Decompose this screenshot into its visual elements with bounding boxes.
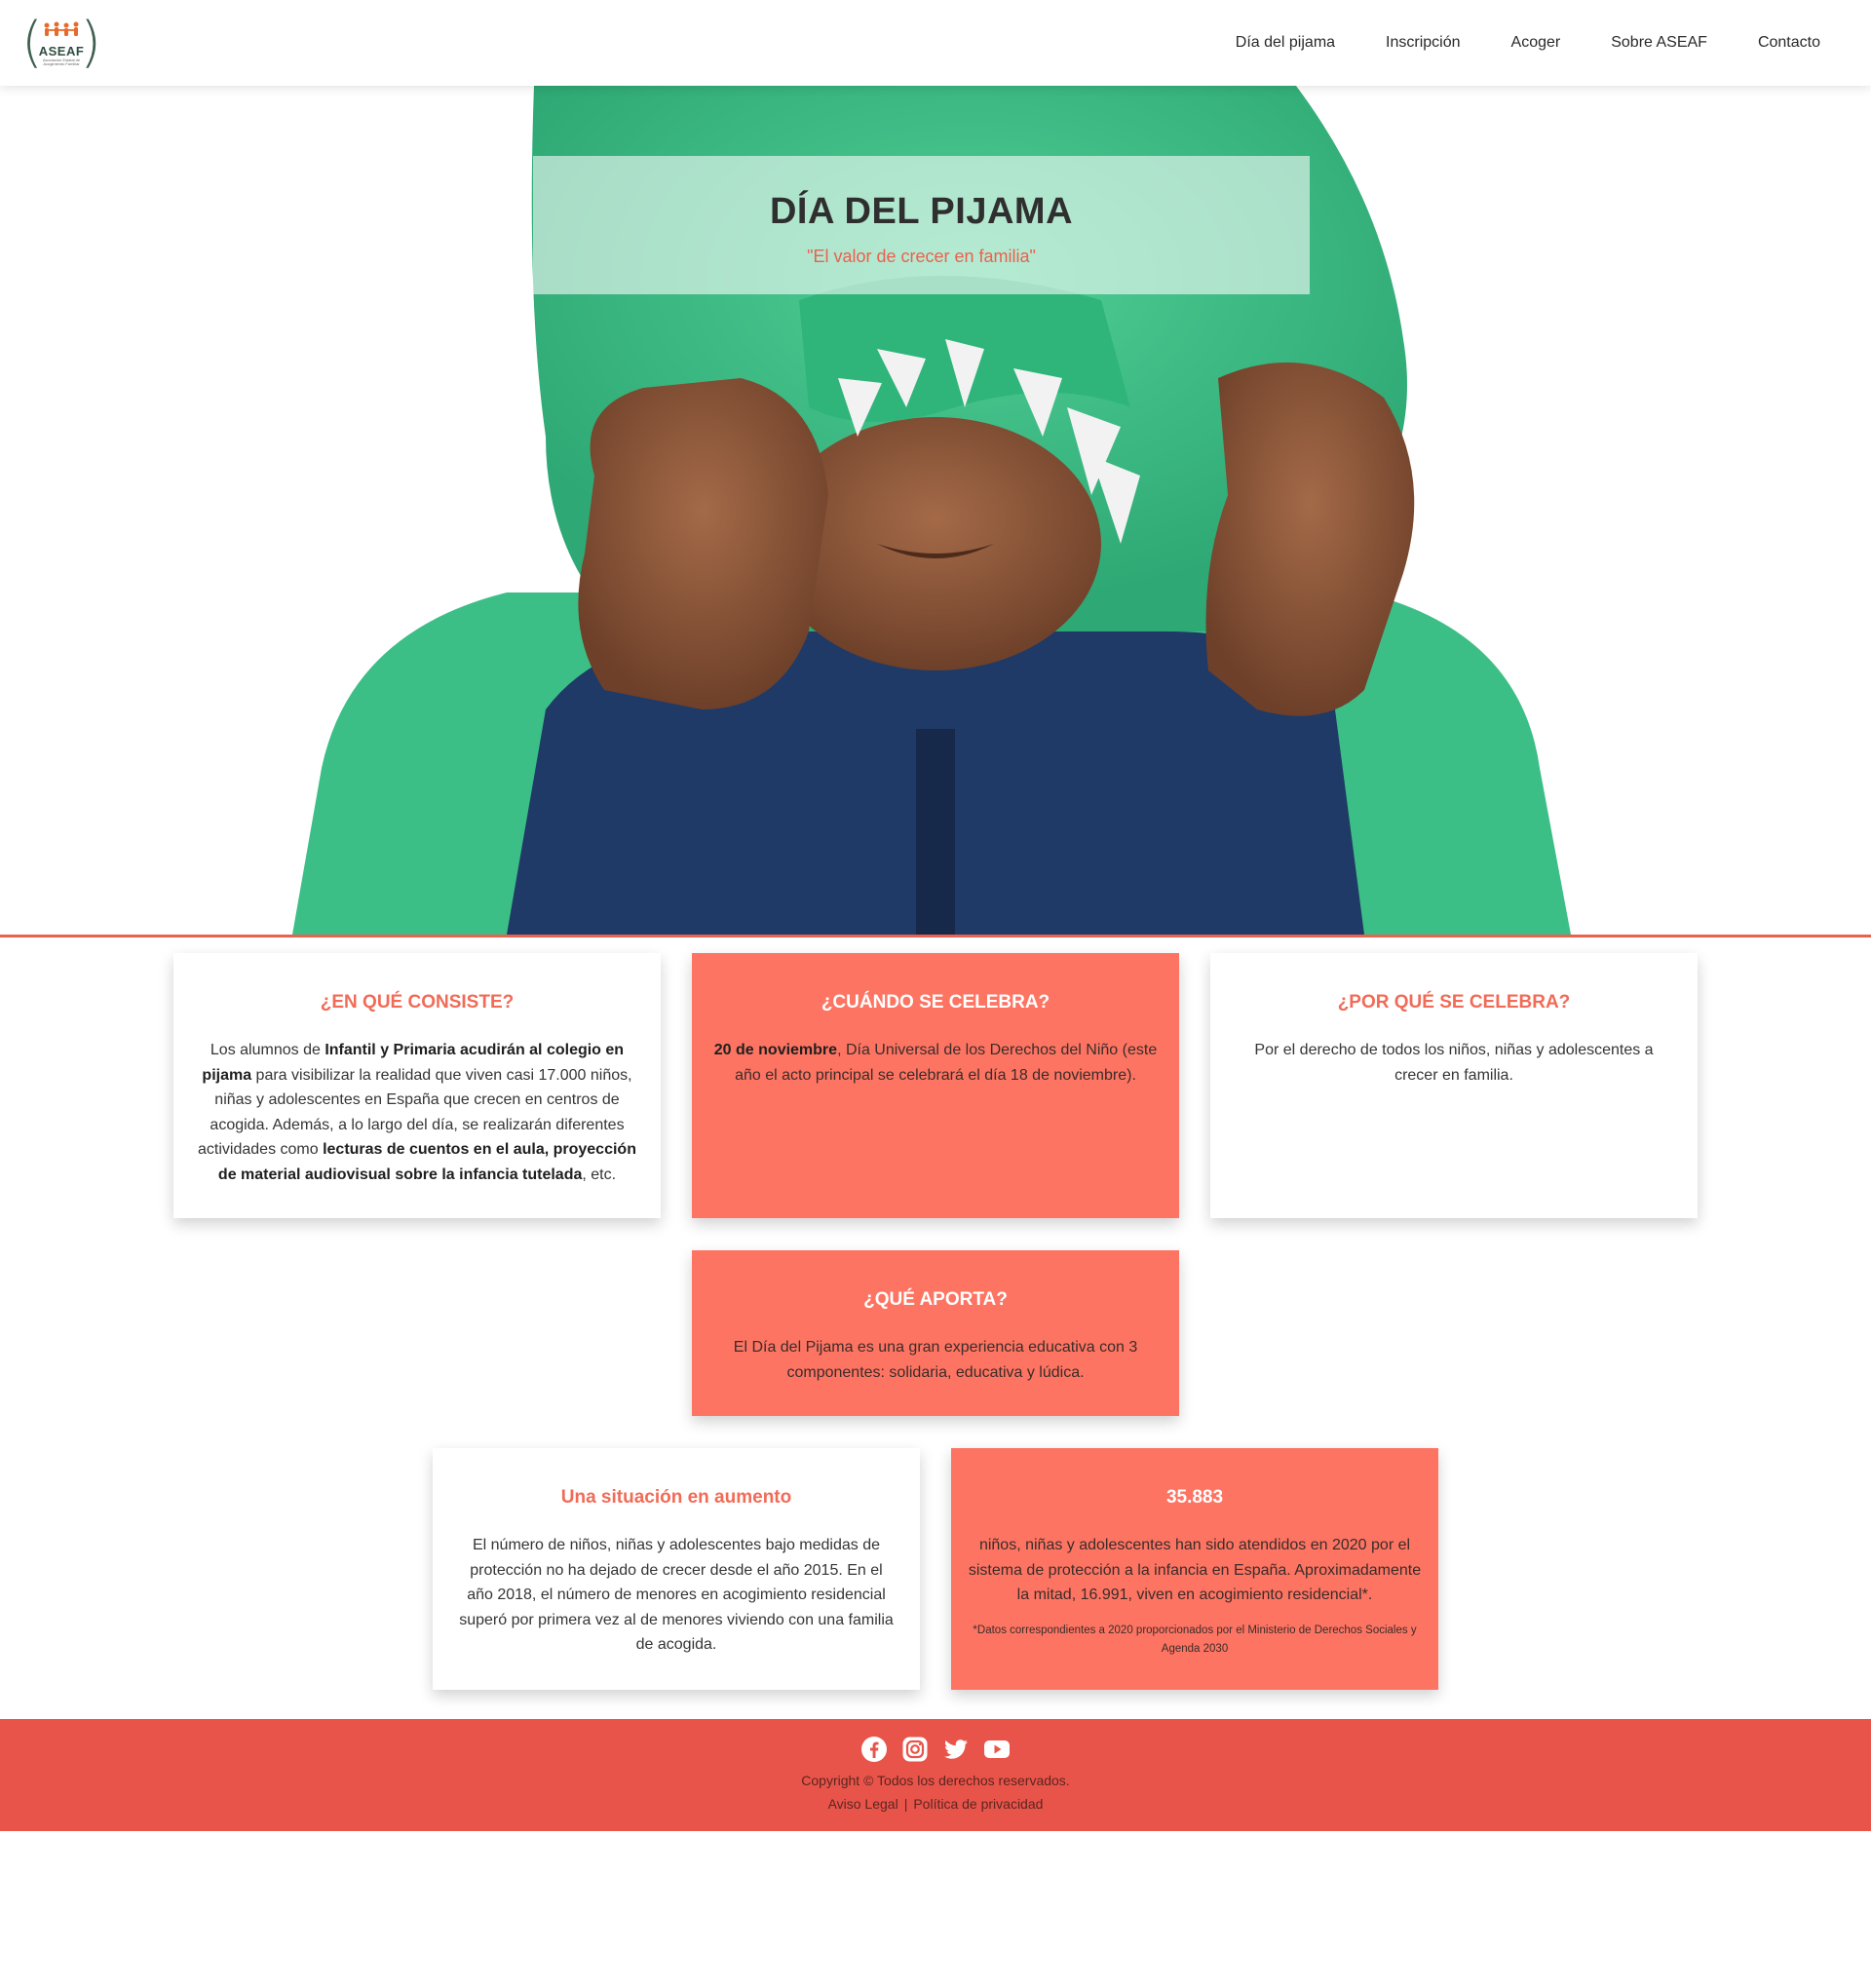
nav-dia-del-pijama[interactable]: Día del pijama — [1210, 0, 1360, 86]
site-header: ( ASEAF Asociación Estatal de Acogimient… — [0, 0, 1871, 86]
card-title: ¿EN QUÉ CONSISTE? — [320, 992, 515, 1013]
social-links — [0, 1736, 1871, 1763]
card-situacion-en-aumento: Una situación en aumento El número de ni… — [433, 1448, 920, 1690]
aviso-legal-link[interactable]: Aviso Legal — [828, 1796, 898, 1812]
logo-brand: ASEAF — [38, 44, 85, 58]
hero-title-band: DÍA DEL PIJAMA "El valor de crecer en fa… — [533, 156, 1310, 294]
logo-tagline: Asociación Estatal de Acogimiento Famili… — [42, 57, 81, 66]
card-title: Una situación en aumento — [560, 1487, 792, 1508]
copyright-text: Copyright © Todos los derechos reservado… — [801, 1773, 1070, 1788]
youtube-icon[interactable] — [983, 1736, 1011, 1763]
stat-number: 35.883 — [1165, 1487, 1224, 1508]
card-text: Los alumnos de Infantil y Primaria acudi… — [198, 1042, 636, 1183]
family-figures-icon — [44, 21, 79, 36]
legal-separator: | — [903, 1796, 908, 1812]
hero-title: DÍA DEL PIJAMA — [769, 191, 1074, 232]
card-text: Por el derecho de todos los niños, niñas… — [1254, 1042, 1654, 1084]
card-title: ¿QUÉ APORTA? — [863, 1289, 1008, 1310]
card-cifra-menores: 35.883 niños, niñas y adolescentes han s… — [951, 1448, 1438, 1690]
instagram-icon[interactable] — [901, 1736, 929, 1763]
facebook-icon[interactable] — [860, 1736, 888, 1763]
card-cuando-se-celebra: ¿CUÁNDO SE CELEBRA? 20 de noviembre, Día… — [692, 953, 1179, 1218]
nav-inscripcion[interactable]: Inscripción — [1360, 0, 1485, 86]
hero-subtitle: "El valor de crecer en familia" — [807, 247, 1036, 266]
card-que-aporta: ¿QUÉ APORTA? El Día del Pijama es una gr… — [692, 1250, 1179, 1416]
privacy-policy-link[interactable]: Política de privacidad — [913, 1796, 1043, 1812]
legal-links: Aviso Legal | Política de privacidad — [0, 1796, 1871, 1812]
card-en-que-consiste: ¿EN QUÉ CONSISTE? Los alumnos de Infanti… — [173, 953, 661, 1218]
data-source-note: *Datos correspondientes a 2020 proporcio… — [973, 1624, 1417, 1655]
main-nav: Día del pijama Inscripción Acoger Sobre … — [1210, 0, 1846, 86]
card-title: ¿CUÁNDO SE CELEBRA? — [821, 992, 1050, 1013]
card-text: 20 de noviembre, Día Universal de los De… — [713, 1042, 1158, 1084]
card-text: El Día del Pijama es una gran experienci… — [733, 1339, 1138, 1381]
hero-divider — [0, 935, 1871, 937]
nav-acoger[interactable]: Acoger — [1486, 0, 1586, 86]
card-text: niños, niñas y adolescentes han sido ate… — [968, 1537, 1422, 1603]
twitter-icon[interactable] — [942, 1736, 970, 1763]
card-title: ¿POR QUÉ SE CELEBRA? — [1337, 992, 1571, 1013]
site-footer: Copyright © Todos los derechos reservado… — [0, 1719, 1871, 1831]
nav-contacto[interactable]: Contacto — [1733, 0, 1846, 86]
nav-sobre-aseaf[interactable]: Sobre ASEAF — [1585, 0, 1733, 86]
logo-right-paren: ) — [80, 11, 101, 74]
card-por-que-se-celebra: ¿POR QUÉ SE CELEBRA? Por el derecho de t… — [1210, 953, 1698, 1218]
aseaf-logo[interactable]: ( ASEAF Asociación Estatal de Acogimient… — [21, 14, 101, 72]
hero-section: DÍA DEL PIJAMA "El valor de crecer en fa… — [0, 86, 1871, 935]
card-text: El número de niños, niñas y adolescentes… — [459, 1537, 894, 1653]
